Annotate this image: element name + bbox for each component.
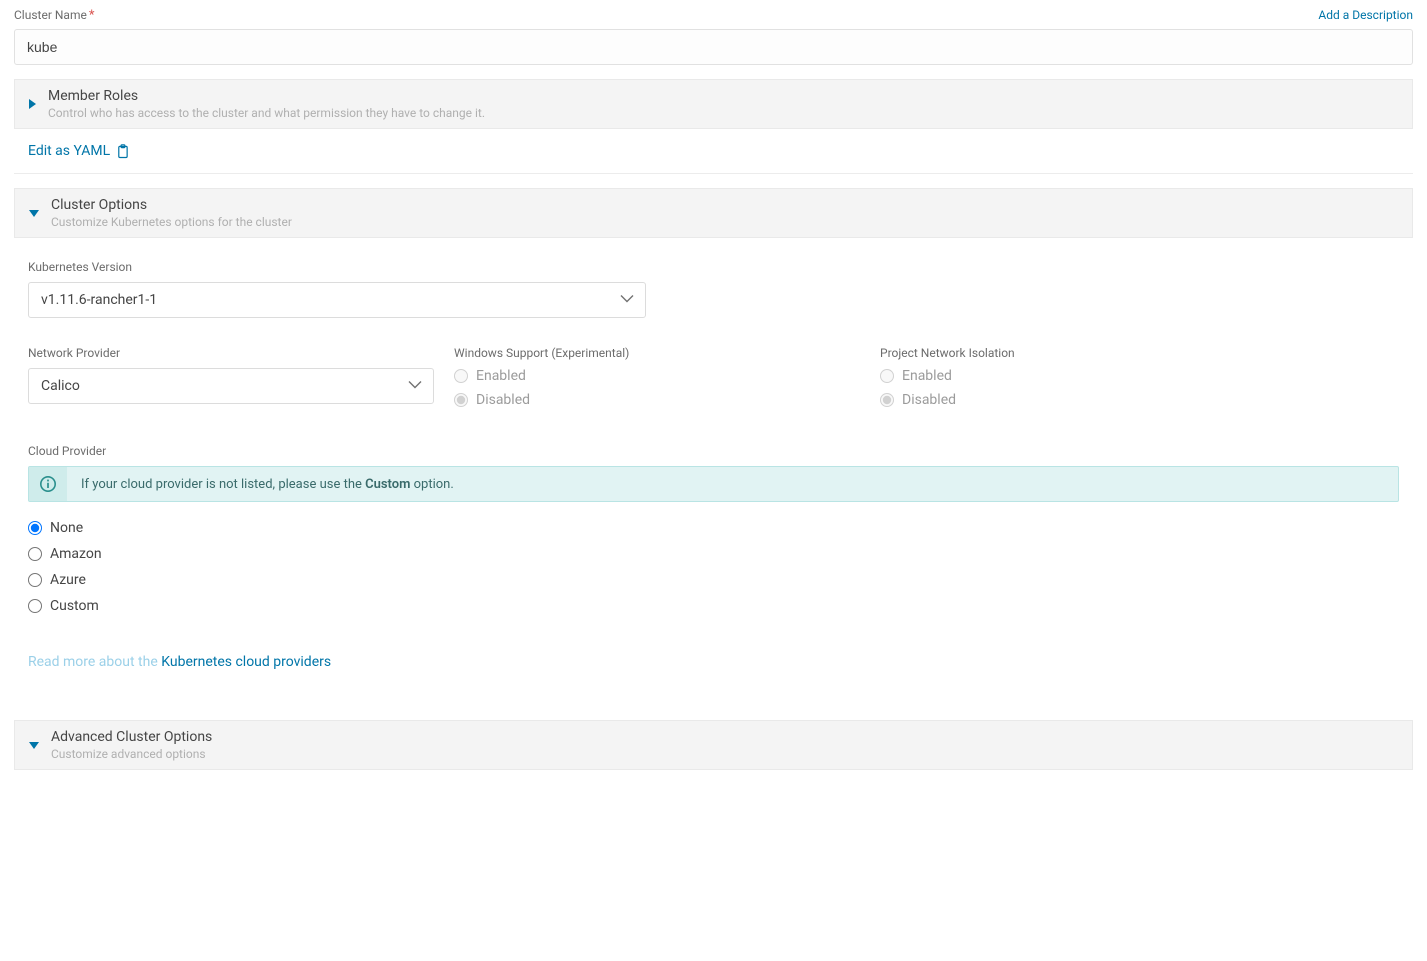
windows-support-enabled-radio <box>454 369 468 383</box>
project-isolation-disabled-radio <box>880 393 894 407</box>
chevron-right-icon <box>29 99 36 109</box>
k8s-version-select[interactable]: v1.11.6-rancher1-1 <box>28 282 646 318</box>
project-isolation-enabled-label: Enabled <box>902 368 952 384</box>
info-icon <box>29 467 67 501</box>
cloud-provider-none-radio[interactable] <box>28 521 42 535</box>
cloud-provider-amazon-radio[interactable] <box>28 547 42 561</box>
cloud-info-suffix: option. <box>410 477 453 492</box>
cloud-info-bold: Custom <box>365 477 410 492</box>
project-isolation-enabled-radio <box>880 369 894 383</box>
windows-support-enabled-label: Enabled <box>476 368 526 384</box>
cloud-info-prefix: If your cloud provider is not listed, pl… <box>81 477 365 492</box>
network-provider-label: Network Provider <box>28 346 454 360</box>
cluster-options-section-header[interactable]: Cluster Options Customize Kubernetes opt… <box>14 188 1413 238</box>
windows-support-disabled-radio <box>454 393 468 407</box>
windows-support-label: Windows Support (Experimental) <box>454 346 880 360</box>
cluster-name-input[interactable] <box>14 29 1413 65</box>
advanced-options-title: Advanced Cluster Options <box>51 729 212 745</box>
cloud-provider-info-banner: If your cloud provider is not listed, pl… <box>28 466 1399 502</box>
k8s-version-label: Kubernetes Version <box>14 260 1413 274</box>
network-provider-select[interactable]: Calico <box>28 368 434 404</box>
windows-support-disabled-label: Disabled <box>476 392 530 408</box>
cloud-provider-custom-radio[interactable] <box>28 599 42 613</box>
cloud-provider-none-label[interactable]: None <box>50 520 83 536</box>
chevron-down-icon <box>29 210 39 217</box>
edit-as-yaml-link[interactable]: Edit as YAML <box>28 143 129 159</box>
add-description-link[interactable]: Add a Description <box>1318 8 1413 22</box>
cluster-options-subtitle: Customize Kubernetes options for the clu… <box>51 215 292 229</box>
member-roles-subtitle: Control who has access to the cluster an… <box>48 106 485 120</box>
advanced-options-section-header[interactable]: Advanced Cluster Options Customize advan… <box>14 720 1413 770</box>
clipboard-icon <box>116 144 129 159</box>
chevron-down-icon <box>29 742 39 749</box>
member-roles-section-header[interactable]: Member Roles Control who has access to t… <box>14 79 1413 129</box>
cloud-provider-azure-radio[interactable] <box>28 573 42 587</box>
k8s-cloud-providers-link[interactable]: Kubernetes cloud providers <box>161 654 331 670</box>
cloud-provider-label: Cloud Provider <box>14 444 1413 458</box>
project-isolation-label: Project Network Isolation <box>880 346 1413 360</box>
cloud-provider-amazon-label[interactable]: Amazon <box>50 546 102 562</box>
read-more-prefix: Read more about the <box>28 654 161 670</box>
cloud-provider-azure-label[interactable]: Azure <box>50 572 86 588</box>
project-isolation-disabled-label: Disabled <box>902 392 956 408</box>
member-roles-title: Member Roles <box>48 88 485 104</box>
cluster-name-label: Cluster Name* <box>14 8 94 23</box>
advanced-options-subtitle: Customize advanced options <box>51 747 212 761</box>
cluster-options-title: Cluster Options <box>51 197 292 213</box>
cloud-provider-custom-label[interactable]: Custom <box>50 598 99 614</box>
